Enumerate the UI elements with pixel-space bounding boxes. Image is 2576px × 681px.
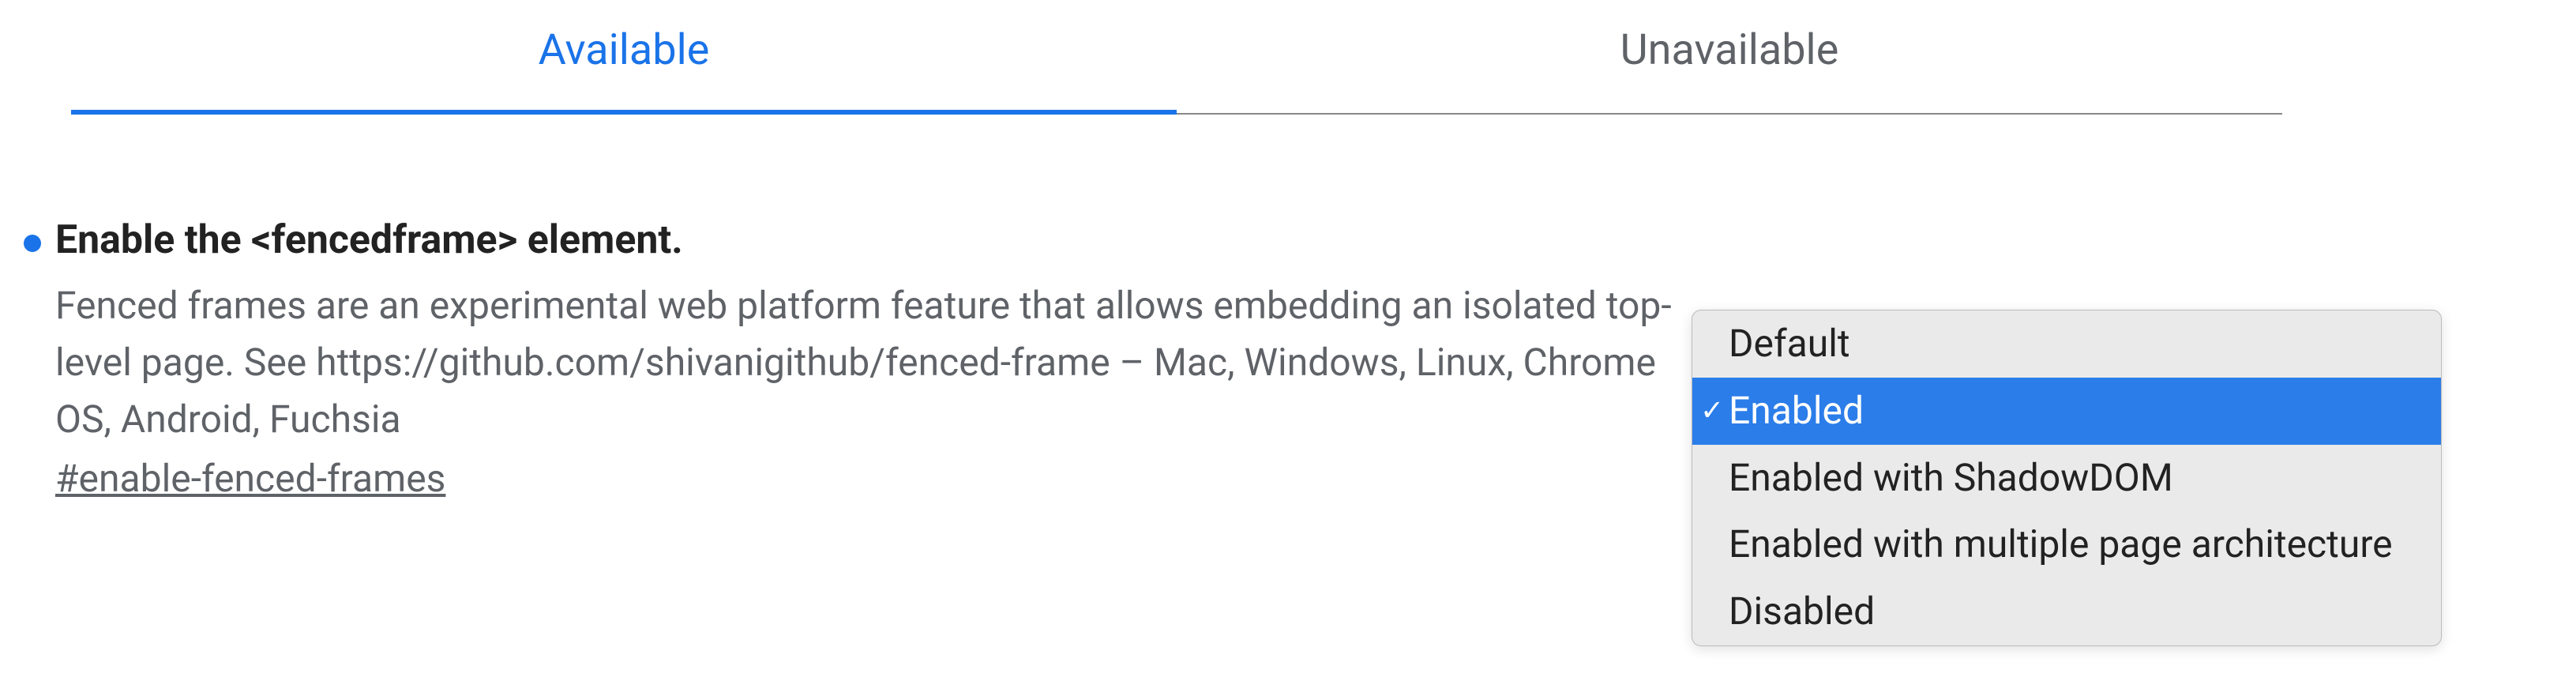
flag-anchor-link[interactable]: #enable-fenced-frames	[55, 456, 445, 501]
dropdown-option[interactable]: Default	[1692, 310, 2441, 378]
flag-title: Enable the <fencedframe> element.	[55, 217, 1682, 263]
dropdown-option[interactable]: Disabled	[1692, 578, 2441, 645]
flag-state-dropdown[interactable]: DefaultEnabledEnabled with ShadowDOMEnab…	[1692, 310, 2442, 646]
tabs-container: Available Unavailable	[71, 0, 2282, 115]
tab-unavailable[interactable]: Unavailable	[1177, 0, 2282, 113]
dropdown-option[interactable]: Enabled with multiple page architecture	[1692, 511, 2441, 578]
flag-text-block: Enable the <fencedframe> element. Fenced…	[55, 217, 1682, 501]
dropdown-option[interactable]: Enabled	[1692, 378, 2441, 445]
tab-available[interactable]: Available	[71, 0, 1177, 113]
flag-description: Fenced frames are an experimental web pl…	[55, 277, 1682, 448]
modified-indicator-icon	[24, 235, 41, 252]
dropdown-option[interactable]: Enabled with ShadowDOM	[1692, 445, 2441, 512]
